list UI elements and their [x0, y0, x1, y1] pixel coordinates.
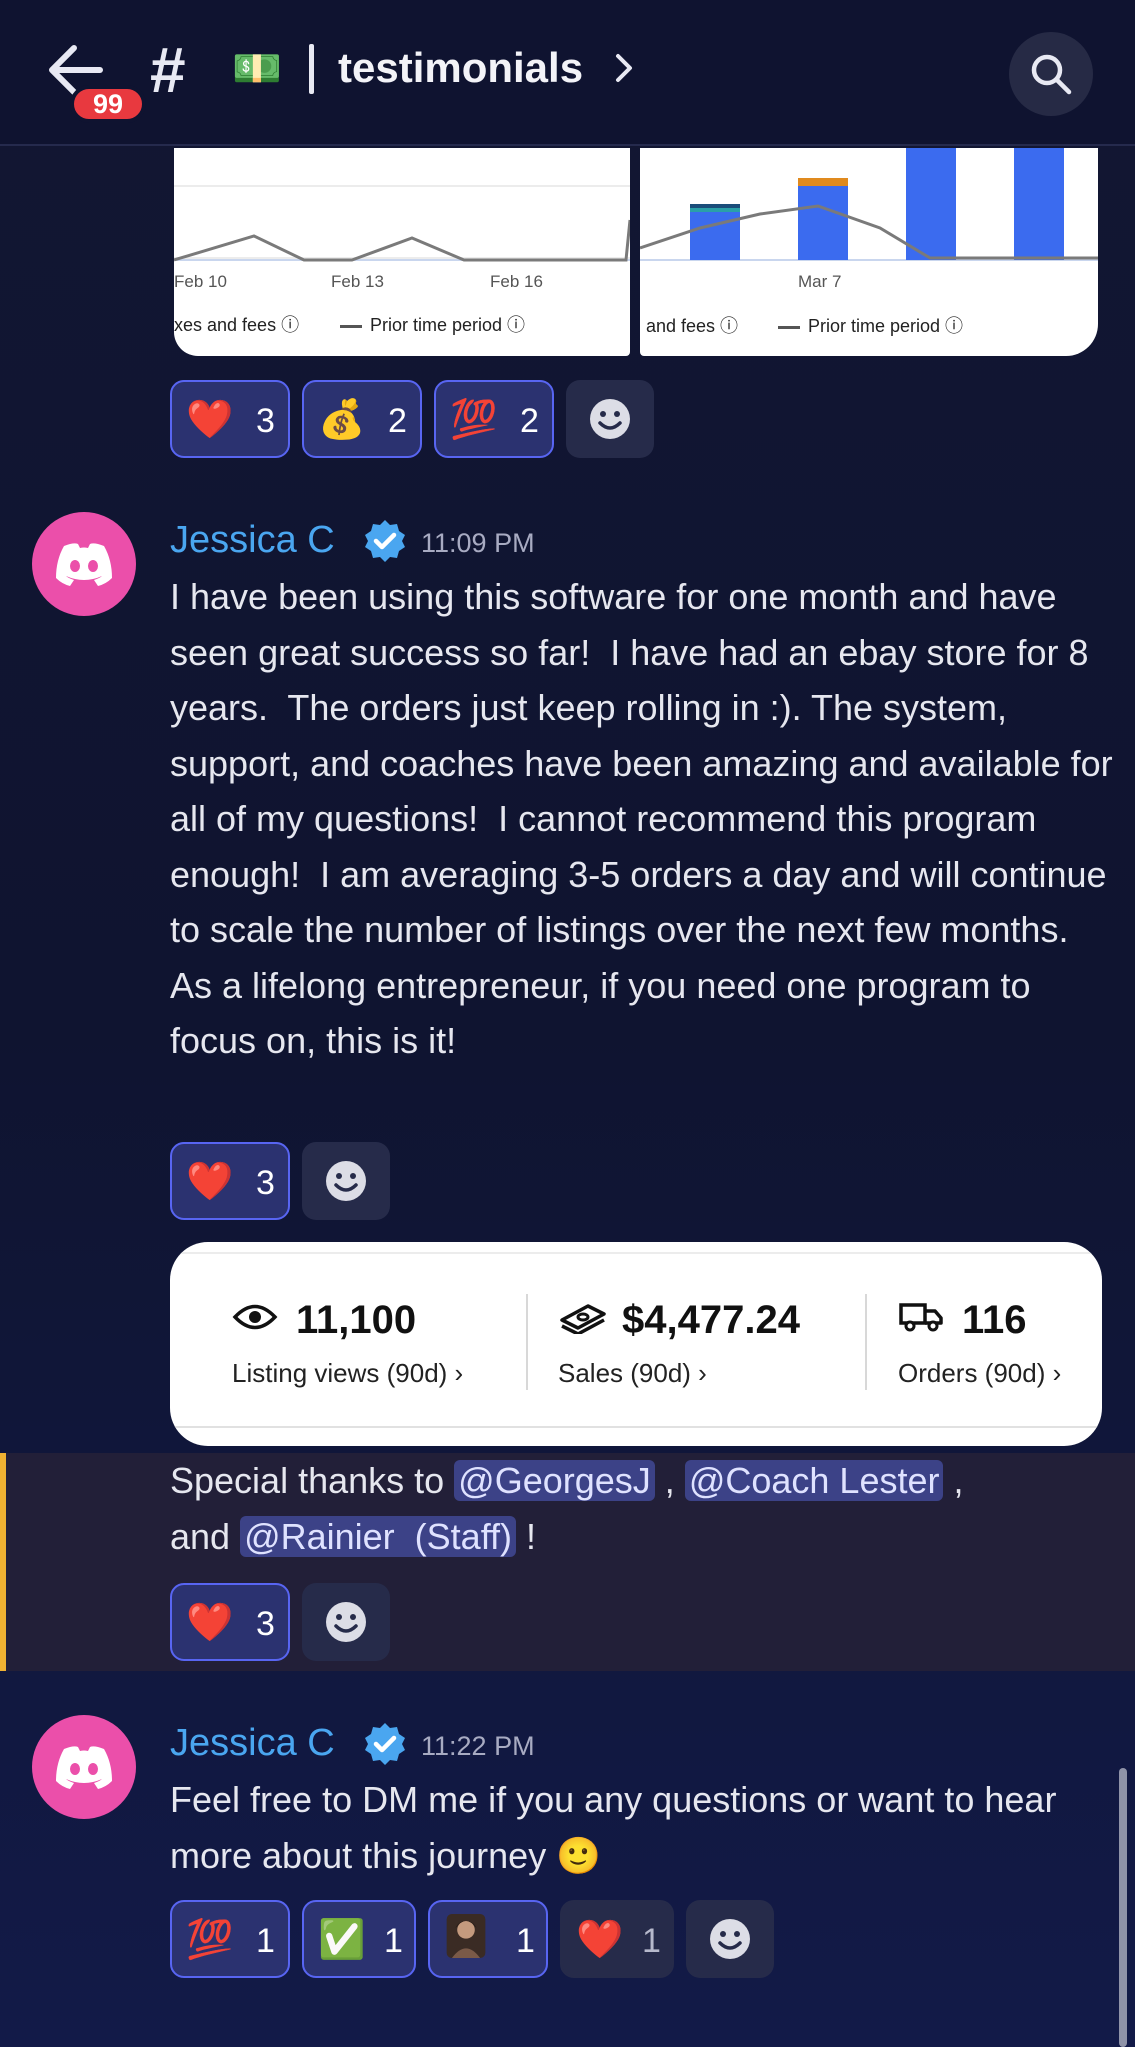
reaction-count: 3 — [256, 402, 275, 440]
card-border — [170, 1426, 1102, 1428]
thanks-text: ! — [516, 1515, 537, 1557]
sales-label: Sales (90d) › — [558, 1358, 707, 1388]
stat-divider — [865, 1294, 867, 1390]
chart-image-left[interactable]: Feb 10 Feb 13 Feb 16 xes and fees ⓘ Prio… — [174, 148, 630, 356]
reaction-heart[interactable]: ❤️ 3 — [170, 1583, 290, 1661]
reaction-count: 1 — [384, 1922, 403, 1960]
thanks-line: Special thanks to @GeorgesJ , @Coach Les… — [170, 1453, 1115, 1564]
reaction-count: 2 — [388, 402, 407, 440]
add-reaction-button[interactable] — [302, 1142, 390, 1220]
reaction-count: 2 — [520, 402, 539, 440]
mention-georgesj[interactable]: @GeorgesJ — [454, 1460, 655, 1501]
channel-hash-icon: # — [150, 34, 186, 106]
channel-emoji: 💵 — [232, 47, 282, 91]
add-reaction-button[interactable] — [566, 380, 654, 458]
add-reaction-button[interactable] — [302, 1583, 390, 1661]
hundred-emoji: 💯 — [450, 399, 498, 441]
x-tick: Feb 10 — [174, 272, 227, 291]
legend-item: and fees ⓘ — [646, 316, 739, 336]
cash-icon — [560, 1304, 606, 1334]
author-name[interactable]: Jessica C — [170, 516, 335, 564]
channel-name[interactable]: testimonials — [338, 38, 583, 98]
author-name[interactable]: Jessica C — [170, 1719, 335, 1767]
views-label: Listing views (90d) › — [232, 1358, 464, 1388]
views-value: 11,100 — [296, 1298, 417, 1342]
smiley-icon — [710, 1919, 750, 1959]
chevron-right-icon[interactable] — [612, 48, 636, 93]
sales-value: $4,477.24 — [622, 1298, 800, 1342]
reaction-count: 1 — [642, 1922, 661, 1960]
reaction-heart[interactable]: ❤️ 3 — [170, 1142, 290, 1220]
truck-icon — [899, 1303, 943, 1332]
stats-card-image[interactable]: 11,100 Listing views (90d) › $4,477.24 S… — [170, 1242, 1102, 1446]
thanks-text: , — [654, 1460, 685, 1501]
heart-emoji: ❤️ — [186, 399, 234, 441]
x-tick: Feb 13 — [331, 272, 384, 291]
reaction-money-bag[interactable]: 💰 2 — [302, 380, 422, 458]
smiley-icon — [326, 1602, 366, 1642]
unread-badge: 99 — [70, 85, 146, 123]
card-border — [170, 1252, 1102, 1254]
legend-item-prior: Prior time period ⓘ — [778, 312, 963, 338]
chart-image-right[interactable]: Mar 7 and fees ⓘ Prior time period ⓘ — [640, 148, 1098, 356]
reaction-hundred[interactable]: 💯 1 — [170, 1900, 290, 1978]
mention-coach-lester[interactable]: @Coach Lester — [684, 1460, 944, 1501]
reaction-custom-avatar[interactable]: 1 — [428, 1900, 548, 1978]
scrollbar[interactable] — [1119, 1768, 1127, 2047]
discord-logo-icon — [56, 1746, 112, 1789]
message-timestamp: 11:22 PM — [421, 1731, 535, 1761]
message-content: Feel free to DM me if you any questions … — [170, 1779, 1067, 1876]
money-bag-emoji: 💰 — [318, 399, 366, 441]
hundred-emoji: 💯 — [186, 1919, 234, 1961]
reaction-hundred[interactable]: 💯 2 — [434, 380, 554, 458]
smiley-icon — [590, 399, 630, 439]
verified-badge-icon — [365, 1723, 405, 1765]
heart-emoji: ❤️ — [186, 1602, 234, 1644]
avatar[interactable] — [32, 1715, 136, 1819]
title-divider — [309, 44, 314, 94]
search-icon — [1031, 54, 1072, 95]
search-button[interactable] — [1009, 32, 1093, 116]
orders-label: Orders (90d) › — [898, 1358, 1062, 1388]
thanks-text: Special thanks to — [170, 1460, 455, 1501]
legend-item-prior: Prior time period ⓘ — [340, 311, 525, 337]
smiley-icon — [326, 1161, 366, 1201]
reaction-check[interactable]: ✅ 1 — [302, 1900, 416, 1978]
reaction-heart[interactable]: ❤️ 3 — [170, 380, 290, 458]
verified-badge-icon — [365, 520, 405, 562]
legend-item: xes and fees ⓘ — [174, 315, 300, 335]
check-mark-emoji: ✅ — [318, 1919, 366, 1961]
eye-icon — [232, 1304, 278, 1330]
message-timestamp: 11:09 PM — [421, 528, 535, 558]
custom-avatar-emoji-icon — [446, 1914, 486, 1958]
stat-divider — [526, 1294, 528, 1390]
x-tick: Mar 7 — [798, 272, 842, 291]
reaction-count: 3 — [256, 1605, 275, 1643]
heart-emoji: ❤️ — [576, 1919, 624, 1961]
reaction-count: 3 — [256, 1164, 275, 1202]
discord-logo-icon — [56, 543, 112, 586]
mention-rainier-staff[interactable]: @Rainier (Staff) — [240, 1515, 517, 1557]
reaction-count: 1 — [256, 1922, 275, 1960]
reaction-count: 1 — [516, 1922, 535, 1960]
heart-emoji: ❤️ — [186, 1161, 234, 1203]
message-content: I have been using this software for one … — [170, 576, 1123, 1061]
x-tick: Feb 16 — [490, 272, 543, 291]
reaction-heart[interactable]: ❤️ 1 — [560, 1900, 674, 1978]
thanks-text: , — [943, 1460, 964, 1501]
thanks-text: and — [170, 1515, 241, 1557]
orders-value: 116 — [962, 1298, 1027, 1342]
avatar[interactable] — [32, 512, 136, 616]
add-reaction-button[interactable] — [686, 1900, 774, 1978]
channel-header: 99 # 💵 testimonials — [0, 0, 1135, 146]
